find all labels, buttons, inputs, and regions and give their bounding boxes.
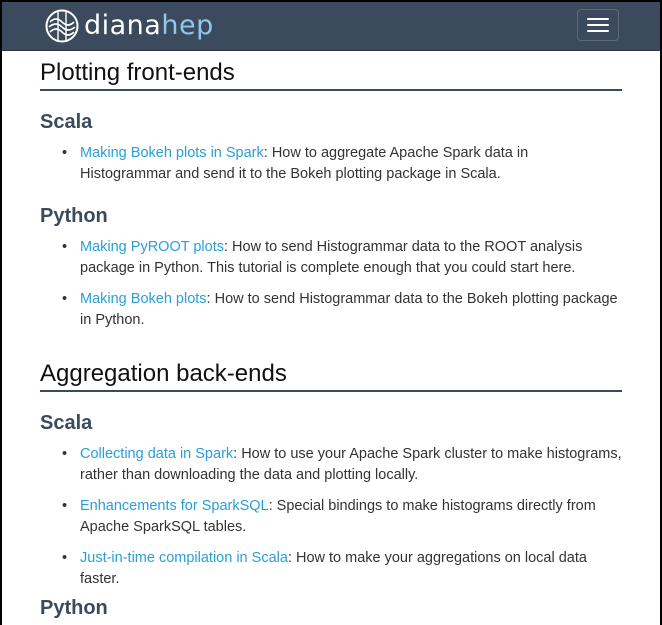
site-logo[interactable]: dianahep	[44, 8, 214, 44]
diana-logo-icon	[45, 9, 79, 43]
link-enhancements-for-sparksql[interactable]: Enhancements for SparkSQL	[80, 498, 269, 514]
hamburger-menu-icon	[587, 18, 609, 20]
list-aggregation-scala: Collecting data in Spark: How to use you…	[40, 444, 622, 600]
navbar: dianahep	[2, 2, 660, 51]
list-plotting-python: Making PyROOT plots: How to send Histogr…	[40, 237, 622, 341]
section-heading-plotting: Plotting front-ends	[40, 59, 622, 91]
link-jit-compilation-in-scala[interactable]: Just-in-time compilation in Scala	[80, 550, 288, 566]
section-heading-aggregation: Aggregation back-ends	[40, 360, 622, 392]
list-item: Enhancements for SparkSQL: Special bindi…	[40, 496, 622, 538]
link-collecting-data-in-spark[interactable]: Collecting data in Spark	[80, 446, 233, 462]
list-item: Making Bokeh plots in Spark: How to aggr…	[40, 143, 622, 185]
subheading-python: Python	[40, 597, 108, 619]
list-item: Making PyROOT plots: How to send Histogr…	[40, 237, 622, 279]
subheading-scala: Scala	[40, 412, 93, 434]
list-item: Just-in-time compilation in Scala: How t…	[40, 548, 622, 590]
site-brand-text: dianahep	[84, 10, 214, 41]
list-item: Collecting data in Spark: How to use you…	[40, 444, 622, 486]
link-making-bokeh-plots[interactable]: Making Bokeh plots	[80, 291, 207, 307]
navbar-toggle-button[interactable]	[577, 9, 619, 41]
list-plotting-scala: Making Bokeh plots in Spark: How to aggr…	[40, 143, 622, 195]
subheading-scala: Scala	[40, 111, 93, 133]
browser-viewport: dianahep Plotting front-ends Scala Makin…	[2, 2, 660, 625]
list-item: Making Bokeh plots: How to send Histogra…	[40, 289, 622, 331]
link-making-pyroot-plots[interactable]: Making PyROOT plots	[80, 239, 224, 255]
link-making-bokeh-plots-in-spark[interactable]: Making Bokeh plots in Spark	[80, 145, 264, 161]
subheading-python: Python	[40, 205, 108, 227]
